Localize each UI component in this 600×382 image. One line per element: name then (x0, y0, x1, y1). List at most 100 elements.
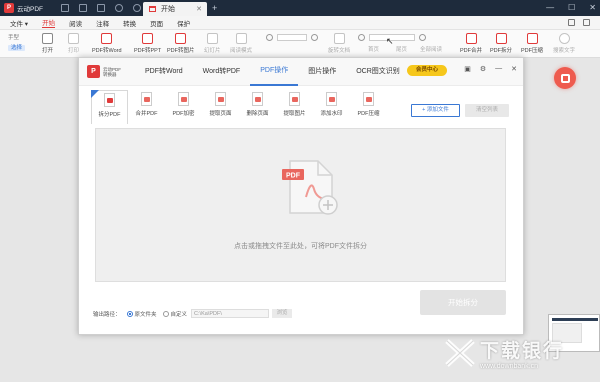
select-tool[interactable]: 选择 (8, 43, 26, 53)
browse-button[interactable]: 浏览 (272, 309, 293, 318)
drop-hint-text: 点击或拖拽文件至此处，可将PDF文件拆分 (234, 243, 367, 250)
watermark-title: 下载银行 (480, 341, 565, 362)
file-drop-zone[interactable]: PDF 点击或拖拽文件至此处，可将PDF文件拆分 (95, 128, 506, 282)
watermark-icon (326, 92, 337, 106)
pdf-merge-button[interactable]: PDF合并 (460, 33, 482, 54)
tab-start-label: 开始 (161, 6, 175, 13)
reading-mode-icon (235, 33, 247, 44)
menu-read[interactable]: 阅读 (69, 18, 82, 28)
add-file-button[interactable]: + 添加文件 (411, 104, 460, 117)
title-bar: P 云动PDF 开始 ✕ + — ☐ ✕ (0, 0, 600, 16)
print-icon[interactable] (97, 4, 105, 12)
tool-extract-pages[interactable]: 提取页面 (202, 90, 239, 124)
tool-encrypt-pdf[interactable]: PDF加密 (165, 90, 202, 124)
radio-custom-folder[interactable] (162, 310, 169, 317)
merge-pdf-icon (141, 92, 152, 106)
app-logo-icon: P (4, 3, 14, 13)
prev-page-icon[interactable] (358, 34, 365, 41)
read-all-button[interactable]: 全部阅读 (420, 45, 442, 53)
open-folder-icon[interactable] (61, 4, 69, 12)
radio-original-folder[interactable] (126, 310, 133, 317)
custom-folder-label: 自定义 (170, 311, 188, 318)
output-path-label: 输出路径： (93, 311, 121, 318)
tool-delete-pages[interactable]: 删除页面 (239, 90, 276, 124)
redo-icon[interactable] (133, 4, 141, 12)
print-button[interactable]: 打印 (68, 33, 79, 54)
output-path-field[interactable]: C:\Ka\PDF\ (191, 309, 270, 318)
original-folder-label: 原文件夹 (134, 311, 157, 318)
dialog-message-icon[interactable]: ▣ (464, 65, 471, 73)
select-tools: 手型 选择 (8, 33, 26, 53)
printer-icon (68, 33, 79, 44)
pdf-to-image-button[interactable]: PDF转图片 (167, 33, 195, 54)
svg-text:PDF: PDF (286, 173, 301, 180)
menu-file[interactable]: 文件 ▾ (10, 18, 28, 28)
vip-center-button[interactable]: 会员中心 (407, 65, 447, 76)
next-page-icon[interactable] (419, 34, 426, 41)
tool-split-pdf[interactable]: 拆分PDF (91, 90, 128, 124)
pdf-merge-icon (465, 33, 477, 44)
zoom-out-icon[interactable] (266, 34, 273, 41)
app-name: 云动PDF (17, 6, 43, 13)
tab-close-icon[interactable]: ✕ (196, 5, 202, 13)
close-window-button[interactable]: ✕ (589, 3, 596, 12)
minimize-button[interactable]: — (546, 3, 554, 12)
delete-pages-icon (252, 92, 263, 106)
menu-annotate[interactable]: 注释 (96, 18, 109, 28)
menu-start[interactable]: 开始 (42, 17, 56, 28)
menu-convert[interactable]: 转换 (123, 18, 136, 28)
dialog-settings-icon[interactable]: ⚙ (480, 65, 486, 73)
tool-extract-images[interactable]: 提取图片 (276, 90, 313, 124)
hand-tool[interactable]: 手型 (8, 33, 25, 43)
floating-action-button[interactable] (554, 67, 576, 89)
new-badge-icon (91, 90, 99, 98)
pdf-to-ppt-button[interactable]: PDF转PPT (134, 33, 161, 54)
dialog-tabs: PDF转Word Word转PDF PDF操作 图片操作 OCR图文识别 (135, 58, 410, 86)
undo-icon[interactable] (115, 4, 123, 12)
rotate-document-button[interactable]: 旋转文档 (328, 33, 350, 54)
start-split-button[interactable]: 开始拆分 (420, 290, 506, 315)
tab-pdf-operations[interactable]: PDF操作 (250, 58, 299, 86)
first-page-button[interactable]: 首页 (368, 45, 379, 53)
menu-bar: 文件 ▾ 开始 阅读 注释 转换 页面 保护 (0, 16, 600, 30)
tab-start[interactable]: 开始 ✕ (143, 2, 207, 16)
mouse-cursor-icon: ↖ (386, 36, 394, 46)
pdf-to-word-icon (101, 33, 113, 44)
settings-icon[interactable] (583, 19, 590, 26)
zoom-in-icon[interactable] (311, 34, 318, 41)
site-watermark: 下载银行 www.downbank.cn (444, 336, 564, 370)
maximize-button[interactable]: ☐ (568, 3, 575, 12)
open-button[interactable]: 打开 (42, 33, 53, 54)
pdf-to-image-icon (175, 33, 187, 44)
pdf-split-button[interactable]: PDF拆分 (490, 33, 512, 54)
menu-page[interactable]: 页面 (150, 18, 163, 28)
search-text-button[interactable]: 搜索文字 (553, 33, 575, 54)
pdf-to-word-button[interactable]: PDF转Word (92, 33, 122, 54)
zoom-input[interactable] (277, 34, 307, 41)
last-page-button[interactable]: 尾页 (396, 45, 407, 53)
dialog-close-button[interactable]: ✕ (511, 65, 517, 73)
menu-protect[interactable]: 保护 (177, 18, 190, 28)
add-tab-button[interactable]: + (212, 3, 217, 13)
pdf-to-ppt-icon (142, 33, 154, 44)
tab-image-operations[interactable]: 图片操作 (298, 58, 346, 86)
dialog-minimize-button[interactable]: — (495, 65, 502, 73)
open-icon (42, 33, 53, 44)
reading-mode-button[interactable]: 阅读模式 (230, 33, 252, 54)
tool-merge-pdf[interactable]: 合并PDF (128, 90, 165, 124)
tab-pdf-to-word[interactable]: PDF转Word (135, 58, 193, 86)
tool-add-watermark[interactable]: 添加水印 (313, 90, 350, 124)
pdf-compress-icon (526, 33, 538, 44)
slideshow-button[interactable]: 幻灯片 (204, 33, 221, 54)
save-icon[interactable] (79, 4, 87, 12)
pdf-compress-button[interactable]: PDF压缩 (521, 33, 543, 54)
tab-word-to-pdf[interactable]: Word转PDF (193, 58, 251, 86)
feedback-icon[interactable] (568, 19, 575, 26)
dialog-logo-line-2: 转换器 (103, 71, 117, 77)
ribbon-toolbar: 手型 选择 打开 打印 PDF转Word PDF转PPT PDF转图片 幻灯片 … (0, 30, 600, 58)
pdf-tools-row: 拆分PDF 合并PDF PDF加密 提取页面 删除页面 提取图片 添加水印 PD… (91, 90, 387, 124)
tab-ocr[interactable]: OCR图文识别 (346, 58, 410, 86)
tool-compress-pdf[interactable]: PDF压缩 (350, 90, 387, 124)
pdf-add-file-icon: PDF (282, 160, 338, 215)
clear-list-button[interactable]: 清空列表 (465, 104, 509, 117)
